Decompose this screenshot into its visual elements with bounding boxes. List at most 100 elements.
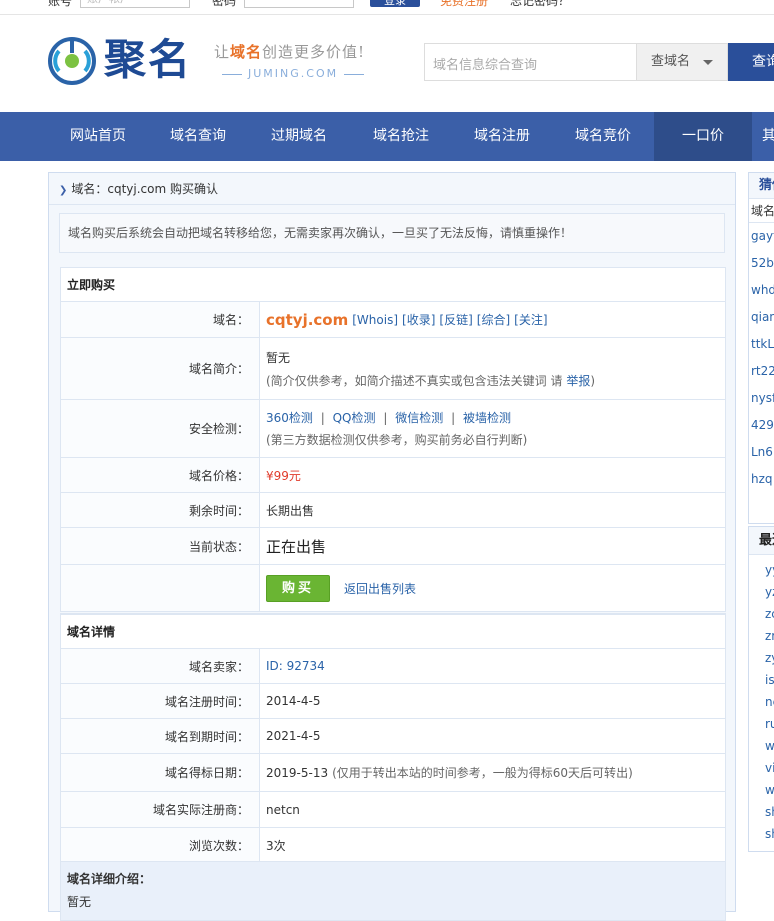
actions-label-cell xyxy=(61,565,260,611)
check-360-link[interactable]: 360检测 xyxy=(266,411,313,425)
search-type-select[interactable]: 查域名 xyxy=(636,43,728,81)
intro-note: (简介仅供参考，如简介描述不真实或包含违法关键词 请 举报) xyxy=(266,372,719,389)
back-to-list-link[interactable]: 返回出售列表 xyxy=(344,580,416,597)
slogan-sub: JUMING.COM xyxy=(216,67,370,80)
list-item[interactable]: 52bc xyxy=(749,250,774,277)
slogan-sub-text: JUMING.COM xyxy=(248,67,339,80)
buy-section-heading: 立即购买 xyxy=(61,268,725,302)
detail-intro: 域名详细介绍： 暂无 xyxy=(60,861,726,921)
status-value: 正在出售 xyxy=(266,537,327,556)
check-wechat-link[interactable]: 微信检测 xyxy=(395,411,443,425)
reg-date-label: 域名注册时间： xyxy=(61,684,260,718)
purchase-notice: 域名购买后系统会自动把域名转移给您，无需卖家再次确认，一旦买了无法反悔，请慎重操… xyxy=(59,213,725,253)
exp-date-label: 域名到期时间： xyxy=(61,719,260,753)
remaining-label: 剩余时间： xyxy=(61,493,260,527)
row-remaining: 剩余时间： 长期出售 xyxy=(61,493,725,528)
list-item[interactable]: zr xyxy=(749,625,774,647)
list-item[interactable]: yz xyxy=(749,581,774,603)
overview-link[interactable]: [综合] xyxy=(477,311,510,328)
row-security: 安全检测： 360检测 | QQ检测 | 微信检测 | 被墙检测 (第三方数据检… xyxy=(61,400,725,458)
list-item[interactable]: yy xyxy=(749,559,774,581)
list-item[interactable]: ttkL xyxy=(749,331,774,358)
indexed-link[interactable]: [收录] xyxy=(402,311,435,328)
search-button[interactable]: 查询 xyxy=(728,43,774,81)
double-chevron-right-icon: ❯ xyxy=(59,185,68,196)
register-link[interactable]: 免费注册 xyxy=(440,0,488,9)
registrar-label: 域名实际注册商： xyxy=(61,792,260,827)
list-item[interactable]: sh xyxy=(749,801,774,823)
list-item[interactable]: ru xyxy=(749,713,774,735)
row-intro: 域名简介： 暂无 (简介仅供参考，如简介描述不真实或包含违法关键词 请 举报) xyxy=(61,338,725,400)
nav-item-home[interactable]: 网站首页 xyxy=(48,112,148,161)
list-item[interactable]: rt22 xyxy=(749,358,774,385)
buy-button[interactable]: 购买 xyxy=(266,574,330,602)
check-qq-link[interactable]: QQ检测 xyxy=(333,411,376,425)
list-item[interactable]: hzq xyxy=(749,466,774,493)
sidebar-guess-title: 猜你 xyxy=(749,173,774,199)
row-seller: 域名卖家： ID: 92734 xyxy=(61,649,725,684)
nav-item-auction[interactable]: 域名竞价 xyxy=(552,112,654,161)
panel-header: ❯ 域名：cqtyj.com 购买确认 xyxy=(49,173,735,205)
nav-item-expired[interactable]: 过期域名 xyxy=(248,112,350,161)
row-win-date: 域名得标日期： 2019-5-13 (仅用于转出本站的时间参考，一般为得标60天… xyxy=(61,754,725,792)
list-item[interactable]: Ln6 xyxy=(749,439,774,466)
whois-link[interactable]: [Whois] xyxy=(352,313,398,327)
slogan-post: 创造更多价值! xyxy=(262,43,366,61)
domain-name: cqtyj.com xyxy=(266,310,349,329)
win-date-label: 域名得标日期： xyxy=(61,754,260,791)
registrar-value: netcn xyxy=(266,802,300,817)
list-item[interactable]: zy xyxy=(749,647,774,669)
check-blocked-link[interactable]: 被墙检测 xyxy=(463,411,511,425)
list-item[interactable]: sh xyxy=(749,823,774,845)
list-item[interactable]: vi xyxy=(749,757,774,779)
status-label: 当前状态： xyxy=(61,528,260,564)
slogan-pre: 让 xyxy=(214,43,231,61)
sidebar-guess: 猜你 域名 gayt 52bc whd qian ttkL rt22 nysf … xyxy=(748,172,774,524)
price-label: 域名价格： xyxy=(61,458,260,492)
detail-intro-text: 暂无 xyxy=(67,895,92,909)
reg-date-value: 2014-4-5 xyxy=(266,694,321,708)
nav-item-fixed-price[interactable]: 一口价 xyxy=(654,112,752,161)
views-value: 3次 xyxy=(266,839,286,853)
purchase-panel: ❯ 域名：cqtyj.com 购买确认 域名购买后系统会自动把域名转移给您，无需卖… xyxy=(48,172,736,921)
list-item[interactable]: nc xyxy=(749,691,774,713)
report-link[interactable]: 举报 xyxy=(566,374,590,388)
seller-link[interactable]: ID: 92734 xyxy=(266,659,719,673)
list-item[interactable]: zc xyxy=(749,603,774,625)
forgot-password-link[interactable]: 忘记密码？ xyxy=(510,0,570,9)
nav-item-domain-search[interactable]: 域名查询 xyxy=(148,112,248,161)
list-item[interactable]: w xyxy=(749,735,774,757)
separator: | xyxy=(383,411,388,425)
nav-item-register[interactable]: 域名注册 xyxy=(452,112,552,161)
detail-section-heading: 域名详情 xyxy=(61,615,725,649)
nav-item-more[interactable]: 其 xyxy=(752,112,774,161)
search-input[interactable]: 域名信息综合查询 xyxy=(424,43,636,81)
backlink-link[interactable]: [反链] xyxy=(439,311,472,328)
intro-note-pre: (简介仅供参考，如简介描述不真实或包含违法关键词 请 xyxy=(266,373,567,388)
price-value: ¥99元 xyxy=(266,468,301,483)
list-item[interactable]: whd xyxy=(749,277,774,304)
list-item[interactable]: 429 xyxy=(749,412,774,439)
buy-table: 立即购买 域名： cqtyj.com [Whois] [收录] [反链] [综合… xyxy=(60,267,726,612)
security-value: 360检测 | QQ检测 | 微信检测 | 被墙检测 (第三方数据检测仅供参考，… xyxy=(260,400,725,457)
sidebar-guess-header: 域名 xyxy=(749,199,774,223)
main-nav: 网站首页 域名查询 过期域名 域名抢注 域名注册 域名竞价 一口价 其 xyxy=(0,112,774,161)
search-type-label: 查域名 xyxy=(651,54,691,69)
follow-link[interactable]: [关注] xyxy=(514,311,547,328)
login-button[interactable]: 登录 xyxy=(370,0,420,7)
slogan: 让域名创造更多价值! xyxy=(214,41,365,62)
list-item[interactable]: gayt xyxy=(749,223,774,250)
row-views: 浏览次数： 3次 xyxy=(61,828,725,863)
list-item[interactable]: nysf xyxy=(749,385,774,412)
list-item[interactable]: is xyxy=(749,669,774,691)
password-input[interactable] xyxy=(244,0,354,8)
nav-item-snap[interactable]: 域名抢注 xyxy=(350,112,452,161)
row-status: 当前状态： 正在出售 xyxy=(61,528,725,565)
account-label: 账号 xyxy=(48,0,73,8)
domain-value: cqtyj.com [Whois] [收录] [反链] [综合] [关注] xyxy=(260,302,725,337)
list-item[interactable]: qian xyxy=(749,304,774,331)
row-reg-date: 域名注册时间： 2014-4-5 xyxy=(61,684,725,719)
account-input[interactable]: 账户帐户 xyxy=(80,0,190,8)
list-item[interactable]: w xyxy=(749,779,774,801)
juming-logo-icon[interactable] xyxy=(48,37,96,85)
